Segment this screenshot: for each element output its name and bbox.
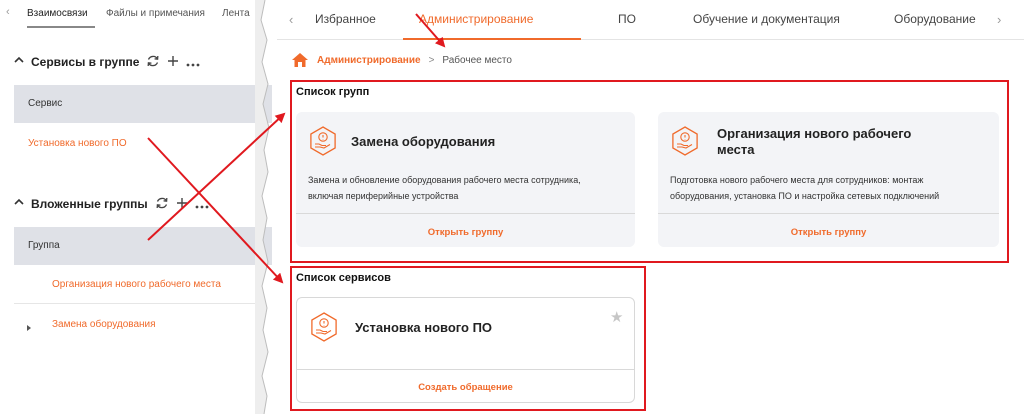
card-divider	[297, 369, 634, 370]
tab-files-notes[interactable]: Файлы и примечания	[106, 8, 205, 19]
service-hand-icon	[311, 312, 337, 342]
service-hand-icon	[310, 126, 336, 156]
refresh-icon[interactable]	[146, 54, 160, 69]
services-section-header: Сервисы в группе	[14, 54, 200, 69]
breadcrumb-separator: >	[428, 54, 435, 66]
plus-icon[interactable]	[167, 55, 179, 68]
tab-relations[interactable]: Взаимосвязи	[27, 8, 88, 19]
breadcrumb: Администрирование > Рабочее место	[291, 52, 512, 68]
chevron-right-icon[interactable]: ›	[997, 12, 1001, 27]
nav-favorites[interactable]: Избранное	[315, 12, 376, 26]
nested-group-link[interactable]: Организация нового рабочего места	[52, 279, 221, 290]
star-icon[interactable]: ★	[610, 308, 623, 326]
refresh-icon[interactable]	[155, 196, 169, 211]
service-hand-icon	[672, 126, 698, 156]
nav-training-docs[interactable]: Обучение и документация	[693, 12, 840, 26]
caret-up-icon[interactable]	[14, 56, 24, 67]
nested-group-link[interactable]: Замена оборудования	[52, 319, 156, 330]
services-column-header: Сервис	[14, 85, 272, 123]
group-card-title[interactable]: Замена оборудования	[351, 134, 495, 150]
service-link[interactable]: Установка нового ПО	[28, 138, 127, 149]
screen: ‹ Взаимосвязи Файлы и примечания Лента С…	[0, 0, 1024, 414]
nested-groups-title: Вложенные группы	[31, 196, 148, 211]
card-divider	[658, 213, 999, 214]
card-divider	[296, 213, 635, 214]
caret-up-icon[interactable]	[14, 198, 24, 209]
group-card: Организация нового рабочего места Подгот…	[658, 112, 999, 247]
nav-software[interactable]: ПО	[618, 12, 636, 26]
more-icon[interactable]	[186, 56, 200, 68]
nav-equipment[interactable]: Оборудование	[894, 12, 976, 26]
row-divider	[14, 303, 262, 304]
nested-groups-section-header: Вложенные группы	[14, 196, 209, 211]
groups-section-title: Список групп	[296, 86, 370, 98]
top-nav: ‹ Избранное Администрирование ПО Обучени…	[277, 0, 1024, 40]
tab-feed[interactable]: Лента	[222, 8, 250, 19]
group-card: Замена оборудования Замена и обновление …	[296, 112, 635, 247]
active-tab-underline	[27, 26, 95, 28]
group-card-description: Замена и обновление оборудования рабочег…	[308, 175, 581, 201]
torn-edge	[255, 0, 270, 414]
groups-column-header: Группа	[14, 227, 272, 265]
left-tabs: ‹ Взаимосвязи Файлы и примечания Лента	[0, 0, 262, 28]
services-section-title: Список сервисов	[296, 272, 391, 284]
left-panel: ‹ Взаимосвязи Файлы и примечания Лента С…	[0, 0, 272, 414]
nav-administration[interactable]: Администрирование	[419, 12, 533, 26]
chevron-left-icon[interactable]: ‹	[6, 6, 10, 18]
group-card-title[interactable]: Организация нового рабочего места	[717, 126, 911, 158]
plus-icon[interactable]	[176, 197, 188, 210]
open-group-button[interactable]: Открыть группу	[658, 227, 999, 238]
services-section-title: Сервисы в группе	[31, 54, 140, 69]
chevron-left-icon[interactable]: ‹	[289, 12, 293, 27]
group-card-description: Подготовка нового рабочего места для сот…	[670, 175, 940, 201]
more-icon[interactable]	[195, 198, 209, 210]
service-card: ★ Установка нового ПО Создать обращение	[296, 297, 635, 403]
open-group-button[interactable]: Открыть группу	[296, 227, 635, 238]
breadcrumb-page: Рабочее место	[442, 54, 512, 66]
create-request-button[interactable]: Создать обращение	[297, 382, 634, 393]
home-icon[interactable]	[291, 52, 309, 68]
breadcrumb-section[interactable]: Администрирование	[317, 55, 421, 66]
main-panel: ‹ Избранное Администрирование ПО Обучени…	[277, 0, 1024, 414]
service-card-title[interactable]: Установка нового ПО	[355, 320, 492, 336]
caret-right-icon[interactable]	[26, 319, 32, 337]
active-nav-underline	[403, 38, 581, 40]
